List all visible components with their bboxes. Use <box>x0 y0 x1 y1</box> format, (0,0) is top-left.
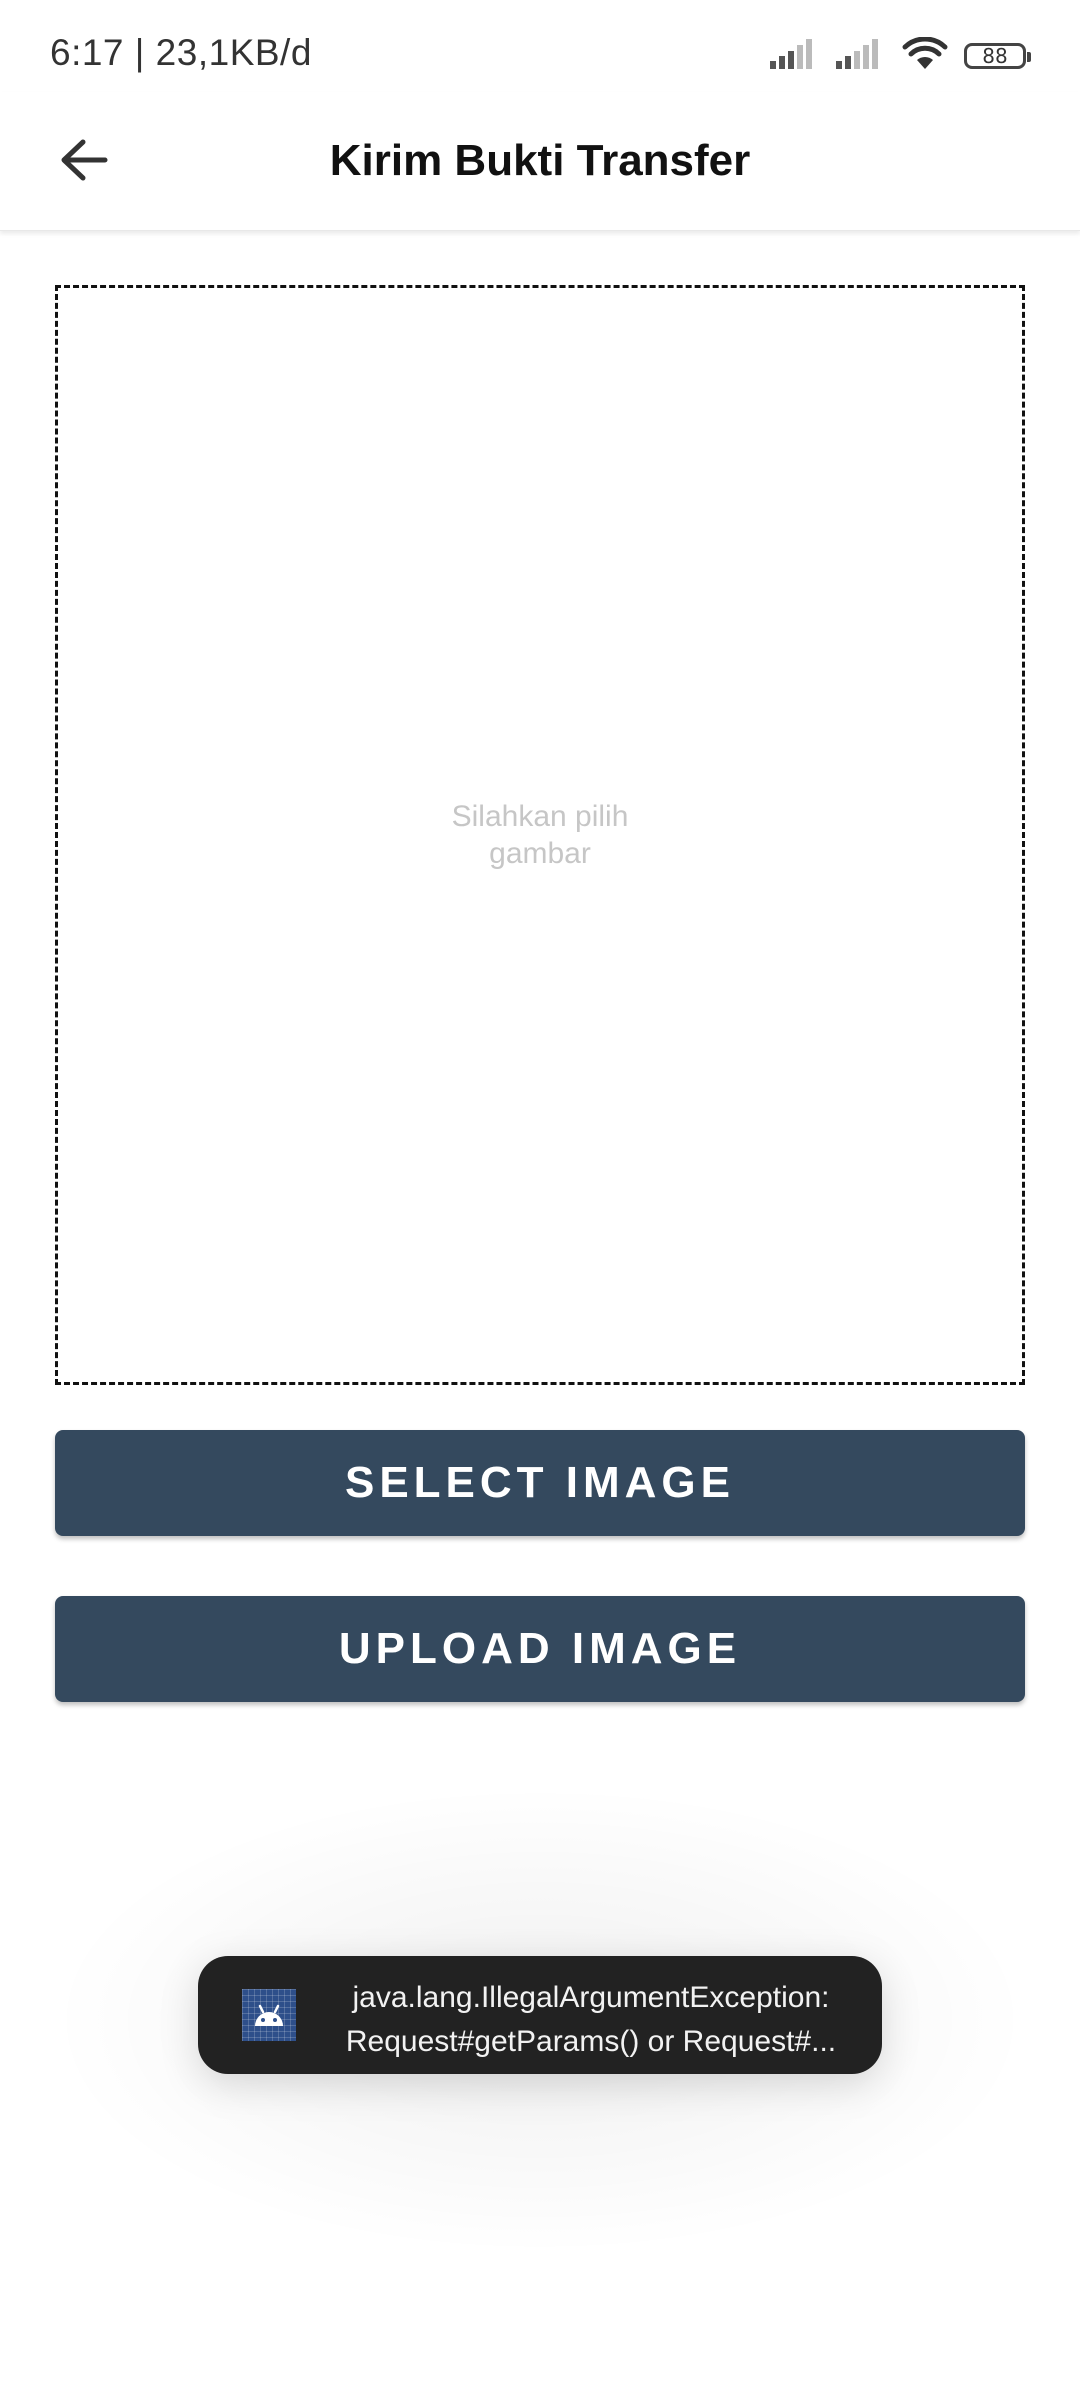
signal-2-icon <box>836 38 886 74</box>
select-image-button[interactable]: SELECT IMAGE <box>55 1430 1025 1536</box>
image-preview-area[interactable]: Silahkan pilih gambar <box>55 285 1025 1385</box>
wifi-icon <box>902 36 948 76</box>
page-title: Kirim Bukti Transfer <box>329 136 751 185</box>
image-placeholder: Silahkan pilih gambar <box>430 798 650 872</box>
status-time-speed: 6:17 | 23,1KB/d <box>50 32 312 73</box>
toast-line-1: java.lang.IllegalArgumentException: <box>352 1981 830 2014</box>
app-bar: Kirim Bukti Transfer <box>0 92 1080 231</box>
toast-message: java.lang.IllegalArgumentException: Requ… <box>326 1976 856 2064</box>
placeholder-line-1: Silahkan pilih <box>451 800 629 833</box>
status-bar: 6:17 | 23,1KB/d 88 <box>0 0 1080 90</box>
error-toast: java.lang.IllegalArgumentException: Requ… <box>198 1956 882 2074</box>
battery-icon: 88 <box>964 43 1031 69</box>
android-app-icon <box>242 1989 296 2041</box>
upload-image-button[interactable]: UPLOAD IMAGE <box>55 1596 1025 1702</box>
status-icons: 88 <box>770 36 1031 76</box>
toast-line-2: Request#getParams() or Request#... <box>345 2025 837 2058</box>
signal-1-icon <box>770 38 820 74</box>
placeholder-line-2: gambar <box>489 837 591 870</box>
